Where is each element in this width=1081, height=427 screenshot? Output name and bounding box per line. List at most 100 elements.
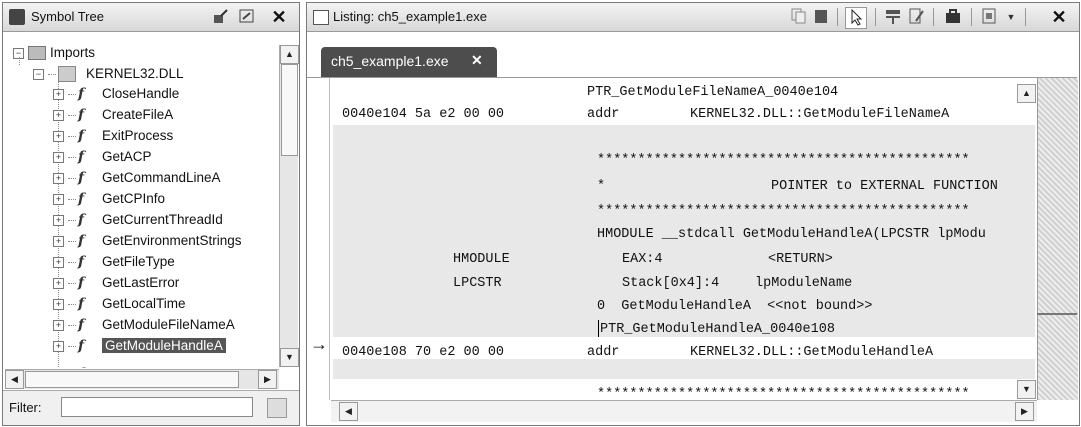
scroll-left-arrow[interactable]: ◀: [339, 402, 358, 421]
listing-horizontal-scrollbar[interactable]: ◀ ▶: [331, 400, 1037, 422]
tree-node-function[interactable]: + f GetLastError: [53, 273, 179, 293]
close-icon[interactable]: ✕: [1049, 7, 1069, 27]
expand-icon[interactable]: +: [53, 109, 64, 121]
filter-input[interactable]: [61, 397, 253, 417]
collapse-icon[interactable]: −: [33, 68, 44, 80]
expand-icon[interactable]: +: [53, 235, 64, 247]
tree-node-partial[interactable]: +f.: [53, 364, 99, 368]
close-icon[interactable]: ✕: [269, 7, 289, 27]
expand-icon[interactable]: +: [53, 88, 64, 100]
function-icon: f: [78, 212, 85, 228]
imports-label: Imports: [50, 45, 96, 60]
scroll-left-arrow[interactable]: ◀: [5, 370, 24, 389]
param-storage: Stack[0x4]:4: [622, 276, 720, 291]
comment-star: *: [597, 179, 606, 194]
scroll-right-arrow[interactable]: ▶: [1015, 402, 1034, 421]
tree-node-function[interactable]: + f ExitProcess: [53, 126, 173, 146]
tree-node-function[interactable]: + f GetFileType: [53, 252, 175, 272]
dll-label: KERNEL32.DLL: [86, 66, 184, 81]
copy-icon[interactable]: [789, 7, 809, 27]
tree-node-dll[interactable]: − KERNEL32.DLL: [33, 64, 184, 84]
h-scroll-thumb[interactable]: [25, 371, 239, 388]
expand-icon[interactable]: +: [53, 298, 64, 310]
tab-label: ch5_example1.exe: [331, 53, 449, 69]
listing-scroll-up-arrow[interactable]: ▲: [1017, 84, 1036, 103]
function-label: GetModuleHandleA: [102, 338, 226, 353]
scroll-up-arrow[interactable]: ▲: [280, 45, 299, 64]
tree-node-function[interactable]: + f GetCommandLineA: [53, 168, 221, 188]
expand-icon[interactable]: +: [53, 277, 64, 289]
operand[interactable]: KERNEL32.DLL::GetModuleFileNameA: [690, 107, 949, 122]
create-namespace-icon[interactable]: [211, 7, 231, 27]
function-label: CreateFileA: [102, 107, 174, 122]
tree-node-function[interactable]: + f GetCPInfo: [53, 189, 165, 209]
dropdown-arrow-icon[interactable]: ▼: [1001, 7, 1021, 27]
clear-filter-icon[interactable]: [267, 398, 287, 418]
function-label: GetFileType: [102, 254, 175, 269]
tree-node-function[interactable]: + f GetModuleFileNameA: [53, 315, 235, 335]
tree-node-function[interactable]: + f CloseHandle: [53, 84, 179, 104]
function-icon: f: [78, 149, 85, 165]
expand-icon[interactable]: +: [53, 193, 64, 205]
diff-icon[interactable]: [907, 7, 927, 27]
tree-horizontal-scrollbar[interactable]: ◀ ▶: [5, 369, 279, 389]
function-label: GetModuleFileNameA: [102, 317, 235, 332]
expand-icon[interactable]: +: [53, 256, 64, 268]
expand-icon[interactable]: +: [53, 214, 64, 226]
function-label: GetLocalTime: [102, 296, 186, 311]
tree-node-function[interactable]: + f GetACP: [53, 147, 152, 167]
scroll-right-arrow[interactable]: ▶: [258, 370, 277, 389]
label-line[interactable]: PTR_GetModuleFileNameA_0040e104: [587, 85, 838, 100]
tree-vertical-scrollbar[interactable]: ▲ ▼: [279, 45, 299, 367]
expand-icon[interactable]: +: [53, 319, 64, 331]
function-icon: f: [78, 107, 85, 123]
param-name: lpModuleName: [755, 276, 853, 291]
scroll-thumb[interactable]: [281, 64, 298, 156]
paste-icon[interactable]: [811, 7, 831, 27]
symbol-tree-titlebar: Symbol Tree ✕: [3, 3, 299, 32]
tree-node-function[interactable]: + f GetCurrentThreadId: [53, 210, 223, 230]
tree-node-function[interactable]: + f GetModuleHandleA: [53, 336, 226, 356]
function-label: GetCPInfo: [102, 191, 166, 206]
function-icon: f: [78, 275, 85, 291]
function-icon: f: [78, 338, 85, 354]
return-storage: EAX:4: [622, 252, 663, 267]
listing-titlebar: Listing: ch5_example1.exe ▼ ✕: [307, 3, 1079, 32]
listing-title: Listing: ch5_example1.exe: [333, 9, 487, 24]
symbol-tree: − Imports − KERNEL32.DLL + f CloseHandle + f Cr…: [3, 33, 278, 368]
function-signature[interactable]: HMODULE __stdcall GetModuleHandleA(LPCST…: [597, 227, 986, 242]
expand-icon[interactable]: +: [53, 172, 64, 184]
function-label: GetCurrentThreadId: [102, 212, 223, 227]
tree-node-function[interactable]: + f CreateFileA: [53, 105, 173, 125]
mnemonic[interactable]: addr: [587, 107, 619, 122]
options-icon[interactable]: [979, 7, 999, 27]
label-line[interactable]: PTR_GetModuleHandleA_0040e108: [600, 322, 835, 337]
function-label: CloseHandle: [102, 86, 180, 101]
tree-node-function[interactable]: + f GetEnvironmentStrings: [53, 231, 242, 251]
function-label: ExitProcess: [102, 128, 174, 143]
expand-icon[interactable]: +: [53, 151, 64, 163]
tab-close-icon[interactable]: ✕: [471, 52, 483, 69]
function-icon: f: [78, 170, 85, 186]
address-bytes[interactable]: 0040e104 5a e2 00 00: [342, 107, 504, 122]
expand-icon[interactable]: +: [53, 130, 64, 142]
tab-ch5-example1[interactable]: ch5_example1.exe ✕: [321, 47, 497, 77]
overview-bar[interactable]: [1037, 78, 1078, 400]
function-icon: f: [78, 86, 85, 102]
listing-scroll-down-arrow[interactable]: ▼: [1017, 380, 1036, 399]
mnemonic[interactable]: addr: [587, 345, 619, 360]
operand[interactable]: KERNEL32.DLL::GetModuleHandleA: [690, 345, 933, 360]
tree-node-imports[interactable]: − Imports: [13, 43, 95, 63]
snapshot-icon[interactable]: [943, 7, 963, 27]
tree-node-function[interactable]: + f GetLocalTime: [53, 294, 186, 314]
library-icon: [58, 66, 76, 83]
cursor-icon[interactable]: [845, 7, 867, 29]
plate-comment: POINTER to EXTERNAL FUNCTION: [771, 179, 998, 194]
field-edit-icon[interactable]: [883, 7, 903, 27]
scroll-down-arrow[interactable]: ▼: [280, 348, 299, 367]
function-label: GetLastError: [102, 275, 180, 290]
function-label: GetCommandLineA: [102, 170, 221, 185]
navigate-icon[interactable]: [237, 7, 257, 27]
expand-icon[interactable]: +: [53, 340, 64, 352]
address-bytes[interactable]: 0040e108 70 e2 00 00: [342, 345, 504, 360]
